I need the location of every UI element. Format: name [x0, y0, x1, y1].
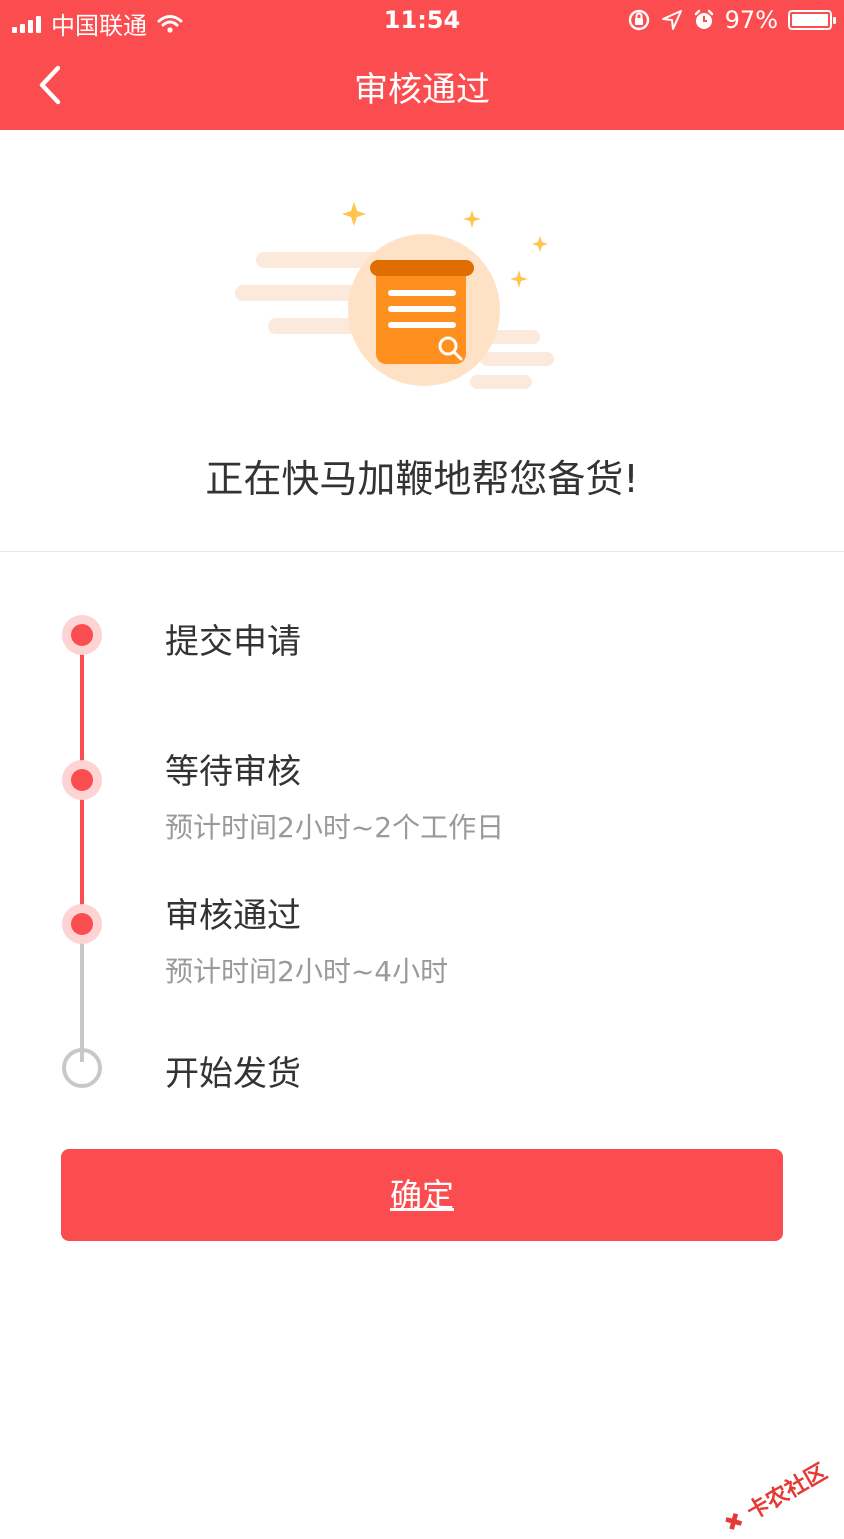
rotation-lock-icon — [628, 9, 649, 31]
step-title-shipping: 开始发货 — [165, 1054, 301, 1094]
app-header: 中国联通 11:54 97% 审核通过 — [0, 0, 844, 130]
confirm-button-label: 确定 — [389, 1176, 454, 1214]
battery-icon — [788, 10, 836, 30]
status-bar: 中国联通 11:54 97% — [0, 0, 844, 42]
watermark-logo-icon: ✖ — [720, 1507, 749, 1539]
step-subtitle-waiting: 预计时间2小时~2个工作日 — [165, 811, 505, 844]
progress-timeline: 提交申请 等待审核 预计时间2小时~2个工作日 审核通过 预计时间2小时~4小时… — [0, 552, 844, 1112]
timeline-dot-waiting — [62, 760, 102, 800]
step-subtitle-approved: 预计时间2小时~4小时 — [165, 955, 449, 988]
timeline-dot-submit — [62, 615, 102, 655]
document-review-illustration — [235, 202, 554, 389]
watermark-text: 卡农社区 — [742, 1459, 832, 1526]
step-title-submit: 提交申请 — [165, 622, 301, 662]
step-title-waiting: 等待审核 — [165, 752, 301, 792]
timeline-dot-approved — [62, 904, 102, 944]
community-watermark: ✖ 卡农社区 — [717, 1454, 832, 1539]
hero-section: 正在快马加鞭地帮您备货! — [0, 130, 844, 550]
alarm-icon — [694, 9, 713, 29]
page-title: 审核通过 — [354, 70, 490, 110]
nav-bar: 审核通过 — [0, 50, 844, 120]
battery-percent: 97% — [724, 6, 778, 34]
status-right: 97% — [627, 6, 836, 34]
confirm-button[interactable]: 确定 — [61, 1149, 783, 1241]
timeline-line-pending — [80, 942, 84, 1062]
status-message: 正在快马加鞭地帮您备货! — [205, 457, 639, 501]
step-title-approved: 审核通过 — [165, 896, 301, 936]
timeline-dot-shipping — [62, 1048, 102, 1088]
location-arrow-icon — [661, 10, 682, 30]
